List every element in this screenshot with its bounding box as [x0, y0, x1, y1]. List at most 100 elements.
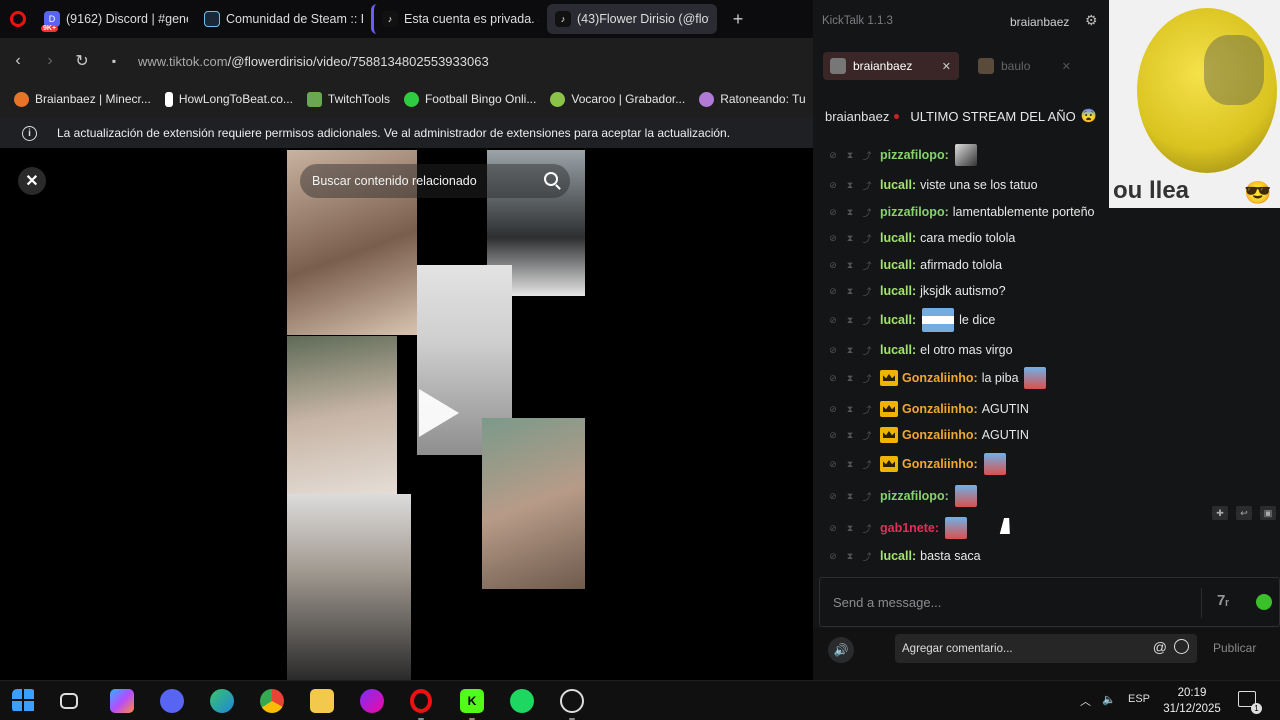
task-view-icon[interactable]: [60, 693, 78, 709]
live-indicator: [894, 113, 900, 119]
emote-picker-icon[interactable]: [1256, 594, 1272, 610]
close-icon[interactable]: ✕: [18, 167, 46, 195]
back-button[interactable]: ‹: [2, 45, 34, 77]
chrome-icon[interactable]: [260, 689, 284, 713]
chat-username[interactable]: pizzafilopo: [880, 489, 945, 503]
related-search-box[interactable]: Buscar contenido relacionado: [300, 164, 570, 198]
chat-username[interactable]: Gonzaliinho: [902, 371, 974, 385]
chat-message[interactable]: ⊘ ⧗ ⤴ Gonzaliinho: AGUTIN: [828, 427, 1029, 443]
bookmark-label: Vocaroo | Grabador...: [571, 92, 686, 106]
publish-button[interactable]: Publicar: [1213, 641, 1256, 655]
emoji-icon[interactable]: [1174, 639, 1189, 654]
search-icon[interactable]: [544, 172, 558, 186]
bookmark-item[interactable]: Ratoneando: Tu: [699, 91, 806, 107]
chat-message[interactable]: ⊘ ⧗ ⤴ pizzafilopo:: [828, 485, 977, 507]
chat-message[interactable]: ⊘ ⧗ ⤴ lucall: afirmado tolola: [828, 258, 1002, 272]
message-actions: ⊘ ⧗ ⤴: [829, 550, 872, 562]
volume-icon[interactable]: 🔊: [828, 637, 854, 663]
copilot-icon[interactable]: [110, 689, 134, 713]
lock-icon[interactable]: ▪: [98, 45, 130, 77]
argentina-flag-emote-icon: [922, 308, 955, 332]
emote-icon: [945, 517, 968, 539]
edge-icon[interactable]: [210, 689, 234, 713]
close-icon[interactable]: ✕: [1062, 60, 1071, 73]
chat-username[interactable]: lucall: [880, 343, 912, 357]
opera-icon[interactable]: [410, 689, 432, 713]
file-explorer-icon[interactable]: [310, 689, 334, 713]
chat-username[interactable]: lucall: [880, 284, 912, 298]
chat-username[interactable]: gab1nete: [880, 521, 935, 535]
tray-chevron-icon[interactable]: ︿: [1080, 693, 1091, 709]
reply-icon[interactable]: ↩: [1236, 506, 1252, 520]
chat-username[interactable]: lucall: [880, 258, 912, 272]
reload-button[interactable]: ↻: [66, 45, 98, 77]
close-icon[interactable]: ✕: [942, 60, 951, 73]
system-clock[interactable]: 20:19 31/12/2025: [1152, 685, 1232, 717]
speaker-icon[interactable]: 🔈: [1102, 693, 1116, 706]
comment-input[interactable]: Agregar comentario... @: [895, 634, 1197, 663]
bookmark-item[interactable]: Vocaroo | Grabador...: [550, 91, 686, 107]
bookmark-item[interactable]: TwitchTools: [306, 91, 390, 107]
chat-username[interactable]: lucall: [880, 313, 912, 327]
pin-icon[interactable]: ✚: [1212, 506, 1228, 520]
chat-message[interactable]: ⊘ ⧗ ⤴ Gonzaliinho: AGUTIN: [828, 401, 1029, 417]
chat-message[interactable]: ⊘ ⧗ ⤴ Gonzaliinho:: [828, 453, 1006, 475]
obs-icon[interactable]: [560, 689, 584, 713]
chat-message[interactable]: ⊘ ⧗ ⤴ Gonzaliinho: la piba: [828, 367, 1046, 389]
bookmark-item[interactable]: Braianbaez | Minecr...: [14, 91, 151, 107]
kick-icon[interactable]: K: [460, 689, 484, 713]
notification-icon[interactable]: 1: [1238, 691, 1262, 714]
channel-tab-baulo[interactable]: baulo ✕: [971, 52, 1079, 80]
chat-message[interactable]: ⊘ ⧗ ⤴ lucall: le dice: [828, 308, 995, 332]
spotify-icon[interactable]: [510, 689, 534, 713]
url-field[interactable]: www.tiktok.com/@flowerdirisio/video/7588…: [138, 54, 489, 69]
windows-start-icon[interactable]: [12, 689, 36, 713]
chat-username[interactable]: Gonzaliinho: [902, 428, 974, 442]
chat-username[interactable]: lucall: [880, 231, 912, 245]
chat-message[interactable]: ⊘ ⧗ ⤴ lucall: cara medio tolola: [828, 231, 1015, 245]
chat-text: afirmado tolola: [920, 258, 1003, 272]
new-tab-button[interactable]: +: [727, 8, 749, 30]
clock-time: 20:19: [1177, 687, 1207, 699]
mention-icon[interactable]: @: [1153, 639, 1167, 655]
tab-badge: 9K+: [41, 25, 59, 32]
chat-username[interactable]: Gonzaliinho: [902, 457, 974, 471]
photo-collage-tile: [287, 494, 411, 680]
chat-message[interactable]: ⊘ ⧗ ⤴ lucall: basta saca: [828, 549, 980, 563]
gear-icon[interactable]: ⚙: [1085, 12, 1098, 29]
play-icon[interactable]: [419, 389, 459, 437]
chat-input[interactable]: Send a message... 7ᵣ: [819, 577, 1280, 627]
chat-message[interactable]: ⊘ ⧗ ⤴ lucall: viste una se los tatuo: [828, 178, 1037, 192]
tab-discord[interactable]: D9K+ (9162) Discord | #general: [36, 4, 196, 34]
chat-text: el otro mas virgo: [920, 343, 1013, 357]
tab-steam[interactable]: Comunidad de Steam :: Br: [196, 4, 371, 34]
chat-message[interactable]: ⊘ ⧗ ⤴ lucall: el otro mas virgo: [828, 343, 1013, 357]
chat-log: ⊘ ⧗ ⤴ pizzafilopo: ⊘ ⧗ ⤴ lucall: viste una s…: [813, 142, 1280, 572]
channel-tab-braianbaez[interactable]: braianbaez ✕: [823, 52, 959, 80]
chat-username[interactable]: lucall: [880, 549, 912, 563]
tab-bar: D9K+ (9162) Discord | #general Comunidad…: [0, 0, 813, 38]
chat-message[interactable]: ⊘ ⧗ ⤴ pizzafilopo:: [828, 144, 977, 166]
chat-username[interactable]: pizzafilopo: [880, 148, 945, 162]
opera-logo-icon[interactable]: [0, 0, 36, 38]
tab-label: (43)Flower Dirisio (@flowe: [577, 12, 709, 26]
bookmark-item[interactable]: Football Bingo Onli...: [403, 91, 536, 107]
language-indicator[interactable]: ESP: [1128, 693, 1150, 705]
chat-username[interactable]: lucall: [880, 178, 912, 192]
discord-icon[interactable]: [160, 689, 184, 713]
chat-username[interactable]: Gonzaliinho: [902, 402, 974, 416]
message-actions: ⊘ ⧗ ⤴: [829, 259, 872, 271]
chat-username[interactable]: pizzafilopo: [880, 205, 945, 219]
tab-tiktok-flower[interactable]: ♪ (43)Flower Dirisio (@flowe: [547, 4, 717, 34]
tab-tiktok-private[interactable]: ♪ Esta cuenta es privada. Sig: [371, 4, 547, 34]
translate-icon[interactable]: 7ᵣ: [1217, 592, 1229, 609]
copy-icon[interactable]: ▣: [1260, 506, 1276, 520]
canva-icon[interactable]: [360, 689, 384, 713]
crown-badge-icon: [880, 456, 898, 472]
bookmark-item[interactable]: HowLongToBeat.co...: [164, 91, 293, 107]
chat-message[interactable]: ⊘ ⧗ ⤴ pizzafilopo: lamentablemente porteño: [828, 205, 1094, 219]
kicktalk-username[interactable]: braianbaez: [1010, 15, 1069, 29]
chat-message[interactable]: ⊘ ⧗ ⤴ lucall: jksjdk autismo?: [828, 284, 1005, 298]
forward-button[interactable]: ›: [34, 45, 66, 77]
chat-message[interactable]: ⊘ ⧗ ⤴ gab1nete:: [828, 517, 968, 539]
